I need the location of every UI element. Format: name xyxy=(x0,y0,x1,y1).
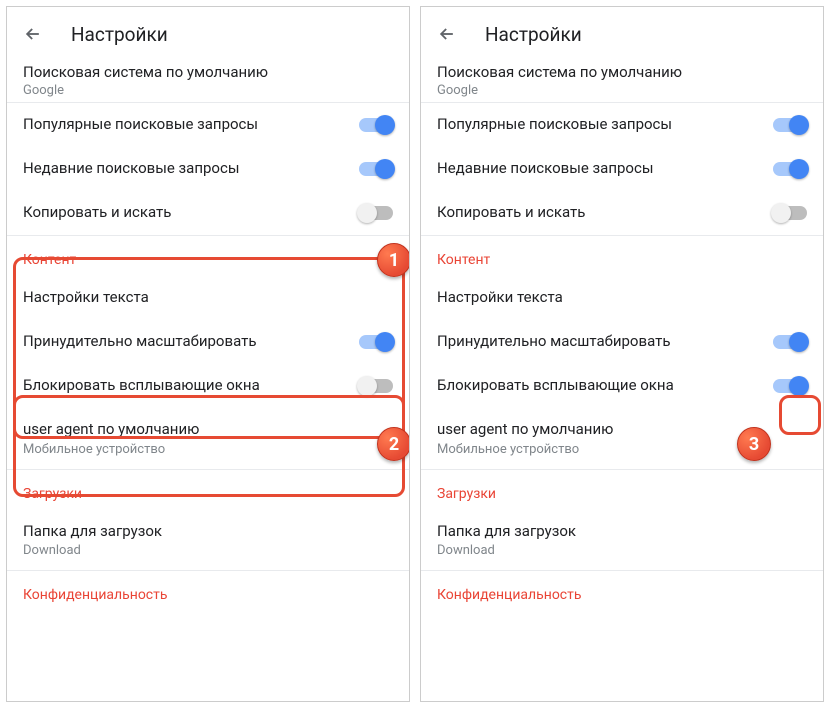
user-agent-label: user agent по умолчанию xyxy=(437,420,613,440)
user-agent-row[interactable]: user agent по умолчанию Мобильное устрой… xyxy=(421,408,823,469)
phone-left: Настройки Поисковая система по умолчанию… xyxy=(6,6,410,702)
force-zoom-toggle[interactable] xyxy=(359,335,393,349)
force-zoom-toggle[interactable] xyxy=(773,335,807,349)
user-agent-row[interactable]: user agent по умолчанию Мобильное устрой… xyxy=(7,408,409,469)
download-folder-row[interactable]: Папка для загрузок Download xyxy=(7,510,409,571)
force-zoom-label: Принудительно масштабировать xyxy=(23,332,256,352)
force-zoom-label: Принудительно масштабировать xyxy=(437,332,670,352)
download-folder-sub: Download xyxy=(23,543,81,558)
back-icon[interactable] xyxy=(23,24,43,44)
recent-queries-toggle[interactable] xyxy=(773,162,807,176)
force-zoom-row[interactable]: Принудительно масштабировать xyxy=(421,320,823,364)
copy-search-row[interactable]: Копировать и искать xyxy=(421,191,823,235)
block-popups-label: Блокировать всплывающие окна xyxy=(23,376,260,396)
download-folder-sub: Download xyxy=(437,543,495,558)
recent-queries-label: Недавние поисковые запросы xyxy=(23,159,239,179)
popular-queries-row[interactable]: Популярные поисковые запросы xyxy=(421,103,823,147)
text-settings-row[interactable]: Настройки текста xyxy=(421,276,823,320)
block-popups-row[interactable]: Блокировать всплывающие окна xyxy=(421,364,823,408)
text-settings-row[interactable]: Настройки текста xyxy=(7,276,409,320)
section-privacy: Конфиденциальность xyxy=(7,571,409,611)
recent-queries-toggle[interactable] xyxy=(359,162,393,176)
search-engine-value: Google xyxy=(23,83,393,98)
phone-right: Настройки Поисковая система по умолчанию… xyxy=(420,6,824,702)
copy-search-label: Копировать и искать xyxy=(23,203,171,223)
search-engine-value: Google xyxy=(437,83,807,98)
section-content: Контент xyxy=(421,236,823,276)
text-settings-label: Настройки текста xyxy=(23,288,149,308)
download-folder-row[interactable]: Папка для загрузок Download xyxy=(421,510,823,571)
section-privacy: Конфиденциальность xyxy=(421,571,823,611)
section-downloads: Загрузки xyxy=(421,470,823,510)
popular-queries-label: Популярные поисковые запросы xyxy=(23,115,258,135)
block-popups-toggle[interactable] xyxy=(773,379,807,393)
text-settings-label: Настройки текста xyxy=(437,288,563,308)
recent-queries-label: Недавние поисковые запросы xyxy=(437,159,653,179)
copy-search-row[interactable]: Копировать и искать xyxy=(7,191,409,235)
force-zoom-row[interactable]: Принудительно масштабировать xyxy=(7,320,409,364)
user-agent-sub: Мобильное устройство xyxy=(23,442,165,457)
search-engine-label: Поисковая система по умолчанию xyxy=(437,63,807,81)
download-folder-label: Папка для загрузок xyxy=(437,522,576,542)
popular-queries-toggle[interactable] xyxy=(773,118,807,132)
search-engine-row[interactable]: Поисковая система по умолчанию Google xyxy=(7,61,409,102)
search-engine-row[interactable]: Поисковая система по умолчанию Google xyxy=(421,61,823,102)
header: Настройки xyxy=(7,7,409,61)
recent-queries-row[interactable]: Недавние поисковые запросы xyxy=(7,147,409,191)
download-folder-label: Папка для загрузок xyxy=(23,522,162,542)
popular-queries-row[interactable]: Популярные поисковые запросы xyxy=(7,103,409,147)
popular-queries-label: Популярные поисковые запросы xyxy=(437,115,672,135)
section-content: Контент xyxy=(7,236,409,276)
block-popups-toggle[interactable] xyxy=(359,379,393,393)
back-icon[interactable] xyxy=(437,24,457,44)
copy-search-label: Копировать и искать xyxy=(437,203,585,223)
block-popups-label: Блокировать всплывающие окна xyxy=(437,376,674,396)
page-title: Настройки xyxy=(71,23,168,46)
user-agent-sub: Мобильное устройство xyxy=(437,442,579,457)
popular-queries-toggle[interactable] xyxy=(359,118,393,132)
user-agent-label: user agent по умолчанию xyxy=(23,420,199,440)
page-title: Настройки xyxy=(485,23,582,46)
block-popups-row[interactable]: Блокировать всплывающие окна xyxy=(7,364,409,408)
recent-queries-row[interactable]: Недавние поисковые запросы xyxy=(421,147,823,191)
search-engine-label: Поисковая система по умолчанию xyxy=(23,63,393,81)
header: Настройки xyxy=(421,7,823,61)
section-downloads: Загрузки xyxy=(7,470,409,510)
copy-search-toggle[interactable] xyxy=(359,206,393,220)
copy-search-toggle[interactable] xyxy=(773,206,807,220)
